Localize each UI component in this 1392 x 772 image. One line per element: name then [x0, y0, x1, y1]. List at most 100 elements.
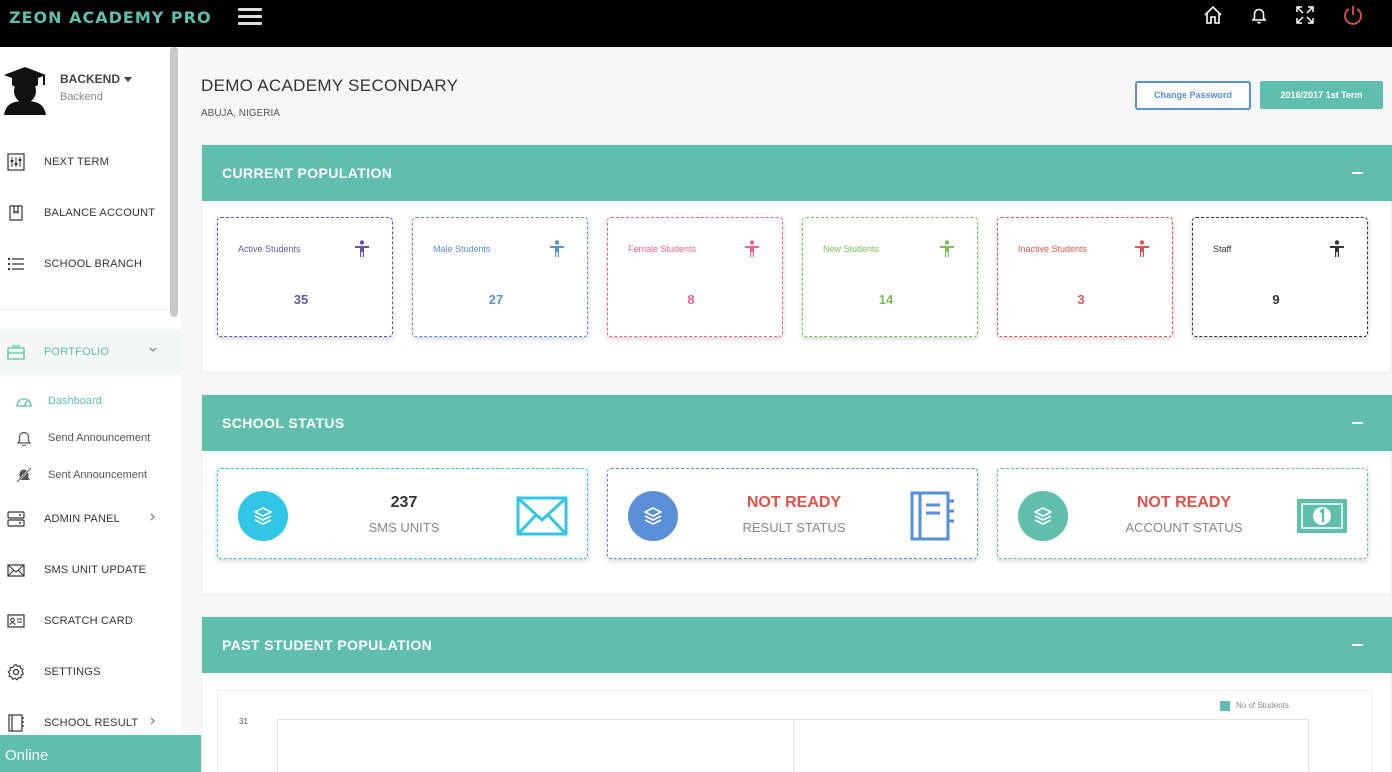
- sidebar-item-label: SCHOOL BRANCH: [44, 258, 143, 270]
- status-label: ACCOUNT STATUS: [1125, 520, 1243, 535]
- stat-value: 9: [1272, 292, 1280, 307]
- stat-card-male-students[interactable]: Male Students 27: [412, 217, 588, 337]
- sidebar-item-label: SCHOOL RESULT: [44, 717, 139, 729]
- panel-title: SCHOOL STATUS: [222, 415, 345, 431]
- status-card-account-status[interactable]: NOT READY ACCOUNT STATUS: [997, 468, 1368, 559]
- stat-card-female-students[interactable]: Female Students 8: [607, 217, 783, 337]
- gear-icon: [7, 663, 25, 681]
- person-icon: [550, 240, 564, 257]
- collapse-icon[interactable]: [1352, 422, 1363, 424]
- sidebar-subitem-sent-announcement[interactable]: Sent Announcement: [0, 464, 170, 486]
- bell-off-icon: [16, 467, 32, 483]
- bookmark-icon: [9, 205, 23, 221]
- power-icon[interactable]: [1342, 4, 1364, 26]
- sidebar-item-label: SCRATCH CARD: [44, 615, 133, 627]
- sidebar-scrollbar[interactable]: [170, 47, 178, 317]
- status-card-sms-units[interactable]: 237 SMS UNITS: [217, 468, 588, 559]
- sidebar-item-label: NEXT TERM: [44, 156, 109, 168]
- collapse-icon[interactable]: [1352, 644, 1363, 646]
- main-content: DEMO ACADEMY SECONDARY ABUJA, NIGERIA Ch…: [181, 47, 1392, 772]
- graduate-avatar[interactable]: [2, 63, 48, 115]
- sidebar-item-next-term[interactable]: NEXT TERM: [0, 147, 170, 177]
- school-status-panel: SCHOOL STATUS 237 SMS UNITS NOT READY RE…: [201, 394, 1392, 595]
- list-icon: [8, 258, 24, 270]
- stat-value: 8: [687, 292, 695, 307]
- school-location: ABUJA, NIGERIA: [201, 108, 280, 119]
- person-icon: [1135, 240, 1149, 257]
- chevron-right-icon[interactable]: [148, 716, 158, 726]
- status-value: NOT READY: [746, 494, 842, 511]
- menu-toggle-icon[interactable]: [238, 8, 262, 26]
- sidebar-item-portfolio[interactable]: PORTFOLIO: [0, 337, 170, 367]
- past-population-chart: No of Students 31: [217, 690, 1372, 772]
- stat-value: 14: [878, 292, 894, 307]
- sidebar-item-scratch-card[interactable]: SCRATCH CARD: [0, 606, 170, 636]
- layers-icon: [254, 507, 272, 525]
- sidebar-item-sms-unit-update[interactable]: SMS UNIT UPDATE: [0, 555, 170, 585]
- bell-icon[interactable]: [1248, 4, 1270, 26]
- stat-value: 35: [293, 292, 309, 307]
- person-icon: [1330, 240, 1344, 257]
- profile-name[interactable]: BACKEND: [60, 72, 132, 86]
- envelope-icon: [516, 496, 568, 536]
- layers-badge: [628, 491, 678, 541]
- stat-label: Inactive Students: [1018, 244, 1088, 254]
- collapse-icon[interactable]: [1352, 172, 1363, 174]
- panel-title: PAST STUDENT POPULATION: [222, 637, 433, 653]
- stat-label: Male Students: [433, 244, 491, 254]
- brand-logo[interactable]: ZEON ACADEMY PRO: [9, 8, 212, 27]
- change-password-button[interactable]: Change Password: [1135, 81, 1251, 110]
- grid-line: [793, 720, 794, 772]
- legend-label: No of Students: [1236, 701, 1289, 710]
- status-label: SMS UNITS: [368, 520, 440, 535]
- layers-badge: [1018, 491, 1068, 541]
- chevron-down-icon[interactable]: [148, 345, 158, 355]
- status-card-result-status[interactable]: NOT READY RESULT STATUS: [607, 468, 978, 559]
- stat-card-new-students[interactable]: New Students 14: [802, 217, 978, 337]
- y-axis-tick: 31: [239, 717, 248, 726]
- sidebar-item-label: SMS UNIT UPDATE: [44, 564, 147, 576]
- person-icon: [745, 240, 759, 257]
- sidebar-item-school-result[interactable]: SCHOOL RESULT: [0, 708, 170, 738]
- fullscreen-icon[interactable]: [1294, 4, 1316, 26]
- caret-down-icon[interactable]: [124, 77, 132, 83]
- server-icon: [7, 511, 25, 527]
- home-icon[interactable]: [1202, 4, 1224, 26]
- sidebar-subitem-send-announcement[interactable]: Send Announcement: [0, 427, 170, 449]
- stat-card-inactive-students[interactable]: Inactive Students 3: [997, 217, 1173, 337]
- bell-icon: [16, 431, 32, 446]
- sidebar-item-admin-panel[interactable]: ADMIN PANEL: [0, 504, 170, 534]
- chevron-right-icon[interactable]: [148, 512, 158, 522]
- money-icon: [1297, 499, 1347, 533]
- sidebar: BACKEND Backend NEXT TERM BALANCE ACCOUN…: [0, 47, 181, 772]
- online-label: Online: [5, 747, 49, 764]
- stat-label: Staff: [1213, 244, 1232, 254]
- panel-header: SCHOOL STATUS: [202, 395, 1392, 451]
- briefcase-icon: [7, 345, 25, 360]
- layers-badge: [238, 491, 288, 541]
- sidebar-item-settings[interactable]: SETTINGS: [0, 657, 170, 687]
- panel-header: CURRENT POPULATION: [202, 145, 1392, 201]
- notebook-icon: [910, 491, 954, 541]
- stat-card-active-students[interactable]: Active Students 35: [217, 217, 393, 337]
- sidebar-item-label: PORTFOLIO: [44, 346, 110, 358]
- stat-card-staff[interactable]: Staff 9: [1192, 217, 1368, 337]
- term-button[interactable]: 2016/2017 1st Term: [1260, 81, 1383, 109]
- person-icon: [940, 240, 954, 257]
- id-card-icon: [7, 614, 25, 628]
- panel-title: CURRENT POPULATION: [222, 165, 393, 181]
- sidebar-item-label: SETTINGS: [44, 666, 101, 678]
- sidebar-divider: [0, 309, 170, 310]
- sidebar-item-balance-account[interactable]: BALANCE ACCOUNT: [0, 198, 170, 228]
- legend-swatch: [1220, 701, 1230, 711]
- layers-icon: [644, 507, 662, 525]
- sidebar-item-school-branch[interactable]: SCHOOL BRANCH: [0, 249, 170, 279]
- dashboard-icon: [16, 398, 32, 407]
- status-value: 237: [390, 494, 418, 511]
- status-value: NOT READY: [1136, 494, 1232, 511]
- sidebar-subitem-dashboard[interactable]: Dashboard: [0, 390, 170, 412]
- past-population-panel: PAST STUDENT POPULATION No of Students 3…: [201, 616, 1392, 772]
- person-icon: [355, 240, 369, 257]
- notebook-icon: [8, 714, 24, 732]
- stat-label: Active Students: [238, 244, 301, 254]
